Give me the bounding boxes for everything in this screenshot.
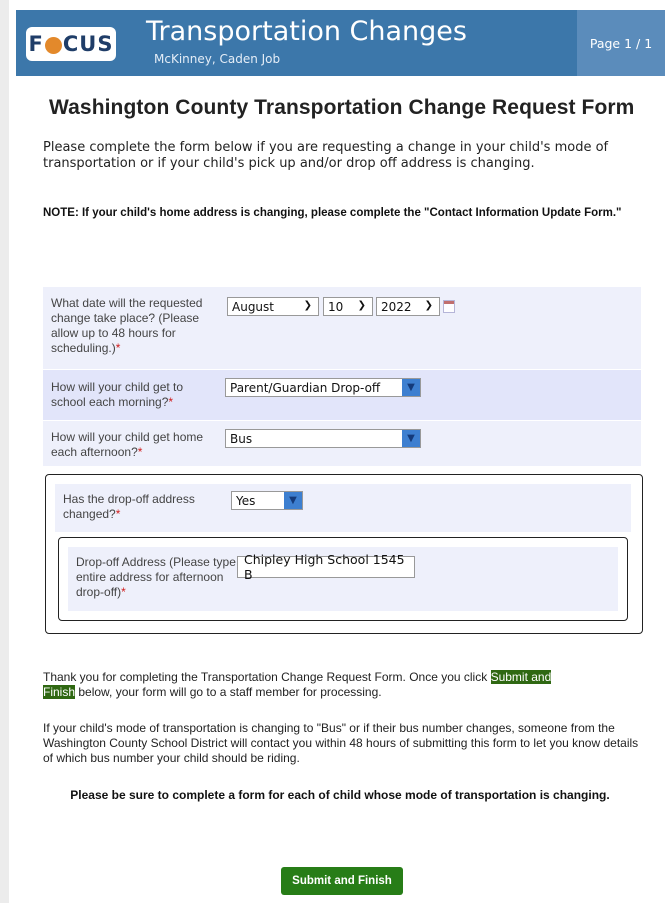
student-name: McKinney, Caden Job bbox=[154, 52, 281, 66]
day-select[interactable]: 10 ❯ bbox=[323, 297, 373, 316]
page-indicator: Page 1 / 1 bbox=[577, 10, 665, 76]
left-margin-strip bbox=[0, 0, 9, 903]
header-title: Transportation Changes bbox=[146, 16, 467, 47]
dropoff-address-section: Drop-off Address (Please type entire add… bbox=[58, 537, 628, 621]
calendar-icon[interactable] bbox=[443, 300, 455, 313]
month-select[interactable]: August ❯ bbox=[227, 297, 319, 316]
dropoff-changed-select[interactable]: Yes ▼ bbox=[231, 491, 303, 510]
page-header: F CUS Transportation Changes McKinney, Ca… bbox=[16, 10, 665, 76]
morning-question-label: How will your child get to school each m… bbox=[51, 380, 184, 409]
chevron-down-icon: ❯ bbox=[424, 300, 433, 311]
form-intro: Please complete the form below if you ar… bbox=[43, 140, 609, 171]
chevron-down-icon: ❯ bbox=[303, 300, 312, 311]
reminder-text: Please be sure to complete a form for ea… bbox=[70, 788, 610, 802]
dropoff-address-input[interactable]: Chipley High School 1545 B bbox=[237, 552, 415, 582]
morning-transport-select[interactable]: Parent/Guardian Drop-off ▼ bbox=[225, 378, 421, 397]
focus-logo: F CUS bbox=[26, 27, 116, 61]
date-question-label: What date will the requested change take… bbox=[51, 296, 203, 355]
afternoon-question-row: How will your child get home each aftern… bbox=[43, 421, 641, 466]
dropdown-arrow-icon: ▼ bbox=[402, 430, 420, 447]
year-select[interactable]: 2022 ❯ bbox=[376, 297, 440, 316]
dropdown-arrow-icon: ▼ bbox=[284, 492, 302, 509]
afternoon-question-label: How will your child get home each aftern… bbox=[51, 430, 204, 459]
date-question-row: What date will the requested change take… bbox=[43, 287, 641, 369]
dropoff-changed-row: Has the drop-off address changed?* Yes ▼ bbox=[55, 484, 631, 532]
submit-and-finish-button[interactable]: Submit and Finish bbox=[281, 867, 403, 895]
dropdown-arrow-icon: ▼ bbox=[402, 379, 420, 396]
dropoff-changed-label: Has the drop-off address changed?* bbox=[63, 492, 195, 521]
form-title: Washington County Transportation Change … bbox=[49, 96, 635, 119]
dropoff-address-label: Drop-off Address (Please type entire add… bbox=[76, 555, 236, 599]
chevron-down-icon: ❯ bbox=[357, 300, 366, 311]
bus-info-text: If your child's mode of transportation i… bbox=[43, 721, 639, 765]
afternoon-transport-select[interactable]: Bus ▼ bbox=[225, 429, 421, 448]
dropoff-address-row: Drop-off Address (Please type entire add… bbox=[68, 547, 618, 611]
morning-question-row: How will your child get to school each m… bbox=[43, 370, 641, 420]
address-change-note: NOTE: If your child's home address is ch… bbox=[43, 207, 622, 219]
logo-owl-icon bbox=[44, 36, 62, 54]
thanks-text: Thank you for completing the Transportat… bbox=[43, 670, 552, 699]
